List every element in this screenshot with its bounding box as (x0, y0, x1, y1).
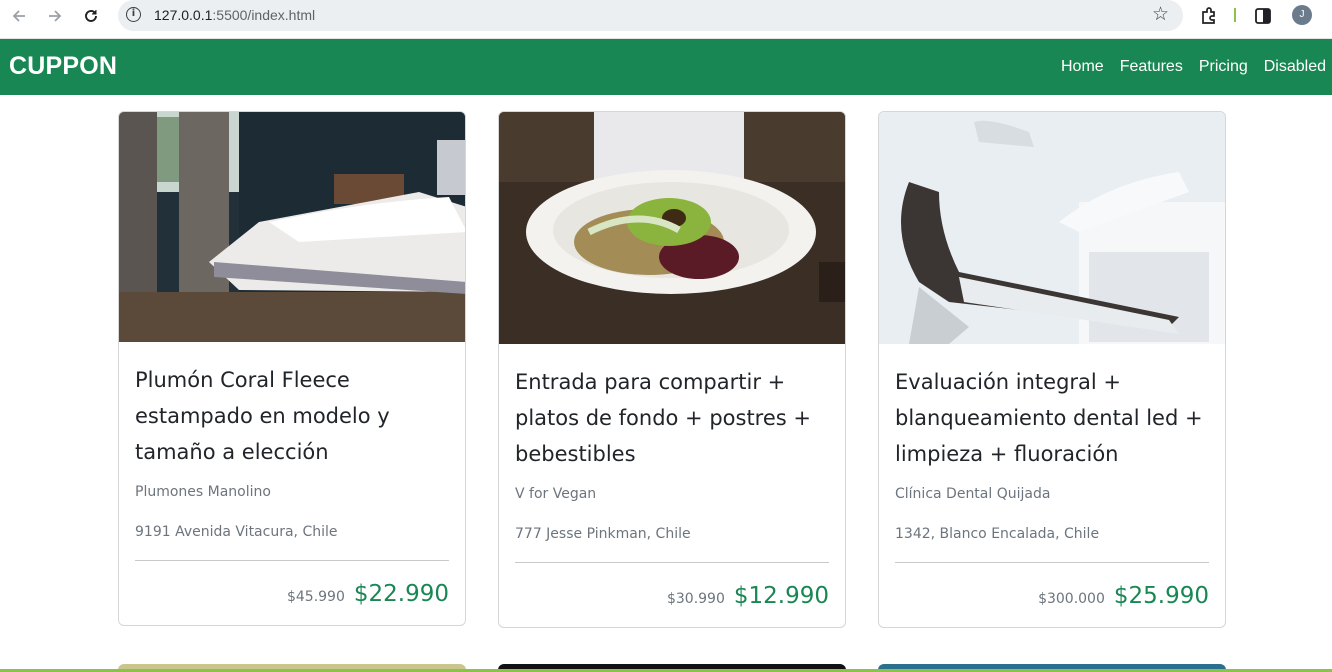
nav-link-home[interactable]: Home (1061, 58, 1104, 76)
dental-chair-photo (879, 112, 1225, 344)
nav-link-pricing[interactable]: Pricing (1199, 58, 1248, 76)
card-title[interactable]: Evaluación integral + blanqueamiento den… (895, 364, 1209, 472)
card-vendor: Clínica Dental Quijada (895, 486, 1051, 502)
toolbar-divider (1234, 8, 1236, 22)
browser-toolbar: i 127.0.0.1:5500/index.html ☆ J (0, 0, 1332, 39)
coupon-card[interactable]: Entrada para compartir + platos de fondo… (498, 111, 846, 628)
card-address: 777 Jesse Pinkman, Chile (515, 526, 691, 542)
nav-links: Home Features Pricing Disabled (1061, 58, 1326, 76)
card-vendor: V for Vegan (515, 486, 597, 502)
back-arrow-icon[interactable] (8, 5, 30, 27)
new-price: $12.990 (733, 583, 829, 609)
new-price: $22.990 (353, 581, 449, 607)
side-panel-icon[interactable] (1253, 6, 1273, 26)
profile-avatar[interactable]: J (1292, 5, 1312, 25)
card-price-row: $45.990 $22.990 (135, 561, 449, 625)
card-price-row: $30.990 $12.990 (515, 563, 829, 627)
address-bar[interactable]: i 127.0.0.1:5500/index.html ☆ (118, 0, 1183, 31)
card-address: 1342, Blanco Encalada, Chile (895, 526, 1100, 542)
site-navbar: CUPPON Home Features Pricing Disabled (0, 39, 1332, 95)
forward-arrow-icon[interactable] (44, 5, 66, 27)
card-title[interactable]: Plumón Coral Fleece estampado en modelo … (135, 362, 449, 470)
bedroom-photo (119, 112, 465, 342)
bookmark-star-icon[interactable]: ☆ (1152, 3, 1169, 25)
old-price: $30.990 (666, 591, 725, 607)
site-info-icon[interactable]: i (126, 7, 141, 22)
card-vendor: Plumones Manolino (135, 484, 271, 500)
new-price: $25.990 (1113, 583, 1209, 609)
nav-link-features[interactable]: Features (1120, 58, 1183, 76)
old-price: $45.990 (286, 589, 345, 605)
card-address: 9191 Avenida Vitacura, Chile (135, 524, 338, 540)
nav-link-disabled[interactable]: Disabled (1264, 58, 1326, 76)
coupon-card[interactable]: Plumón Coral Fleece estampado en modelo … (118, 111, 466, 626)
brand-logo[interactable]: CUPPON (9, 52, 117, 81)
old-price: $300.000 (1038, 591, 1105, 607)
url-text: 127.0.0.1:5500/index.html (154, 7, 316, 23)
extensions-puzzle-icon[interactable] (1199, 6, 1219, 26)
coupon-card[interactable]: Evaluación integral + blanqueamiento den… (878, 111, 1226, 628)
vegan-plate-photo (499, 112, 845, 344)
card-title[interactable]: Entrada para compartir + platos de fondo… (515, 364, 829, 472)
card-price-row: $300.000 $25.990 (895, 563, 1209, 627)
reload-icon[interactable] (80, 5, 102, 27)
